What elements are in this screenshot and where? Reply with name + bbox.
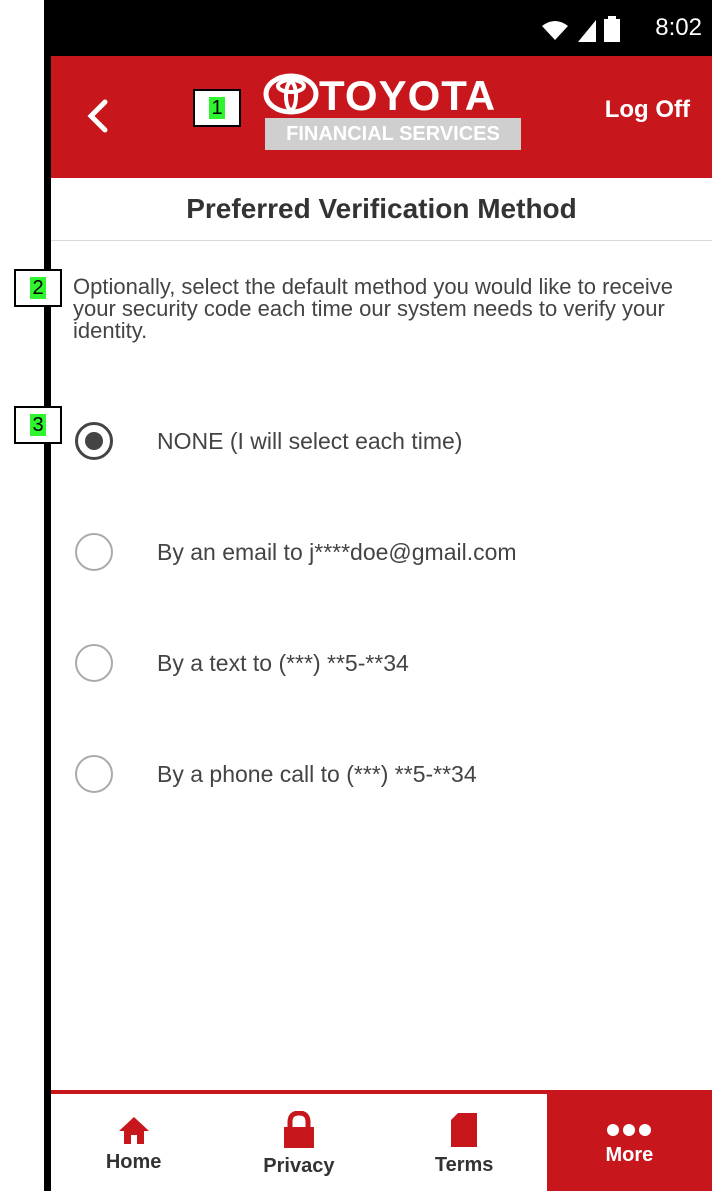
app-header: TOYOTA FINANCIAL SERVICES Log Off xyxy=(51,56,712,178)
annotation-marker-3: 3 xyxy=(14,406,62,444)
signal-icon xyxy=(578,20,596,42)
nav-home[interactable]: Home xyxy=(51,1094,216,1191)
radio-button[interactable] xyxy=(75,755,113,793)
page-title: Preferred Verification Method xyxy=(51,178,712,241)
brand-name: TOYOTA xyxy=(319,72,497,119)
nav-terms[interactable]: Terms xyxy=(382,1094,547,1191)
status-bar: 8:02 xyxy=(51,0,712,56)
toyota-emblem-icon xyxy=(263,73,319,115)
bottom-nav: Home Privacy Terms More xyxy=(51,1090,712,1191)
status-icons xyxy=(540,16,620,42)
document-icon xyxy=(451,1113,478,1147)
home-icon xyxy=(118,1117,149,1144)
annotation-label: 1 xyxy=(209,97,225,119)
radio-dot xyxy=(85,432,103,450)
nav-label: Home xyxy=(105,1151,162,1173)
option-label: By a text to (***) **5-**34 xyxy=(157,649,409,676)
nav-label: Terms xyxy=(434,1154,494,1176)
lock-icon xyxy=(283,1111,314,1148)
annotation-label: 3 xyxy=(30,414,46,436)
option-label: By a phone call to (***) **5-**34 xyxy=(157,760,477,787)
radio-button-checked[interactable] xyxy=(75,422,113,460)
logoff-button[interactable]: Log Off xyxy=(605,96,690,124)
option-none[interactable]: NONE (I will select each time) xyxy=(75,413,462,469)
nav-privacy[interactable]: Privacy xyxy=(216,1094,381,1191)
annotation-label: 2 xyxy=(30,277,46,299)
option-email[interactable]: By an email to j****doe@gmail.com xyxy=(75,524,517,580)
option-label: NONE (I will select each time) xyxy=(157,427,463,454)
status-time: 8:02 xyxy=(655,14,702,41)
option-label: By an email to j****doe@gmail.com xyxy=(157,538,517,565)
page-description: Optionally, select the default method yo… xyxy=(73,274,674,343)
radio-button[interactable] xyxy=(75,533,113,571)
nav-label: More xyxy=(605,1144,654,1166)
nav-label: Privacy xyxy=(263,1155,335,1177)
radio-button[interactable] xyxy=(75,644,113,682)
phone-screen: 8:02 TOYOTA FINANCIAL SERVICES Log Off P… xyxy=(44,0,712,1191)
brand-subtitle: FINANCIAL SERVICES xyxy=(265,118,521,150)
wifi-icon xyxy=(542,21,568,40)
annotation-marker-1: 1 xyxy=(193,89,241,127)
battery-icon xyxy=(604,16,620,42)
annotation-marker-2: 2 xyxy=(14,269,62,307)
option-text[interactable]: By a text to (***) **5-**34 xyxy=(75,635,409,691)
back-arrow-icon[interactable] xyxy=(79,96,119,136)
nav-more[interactable]: More xyxy=(546,1094,712,1191)
option-phone-call[interactable]: By a phone call to (***) **5-**34 xyxy=(75,746,477,802)
more-icon xyxy=(607,1124,652,1136)
